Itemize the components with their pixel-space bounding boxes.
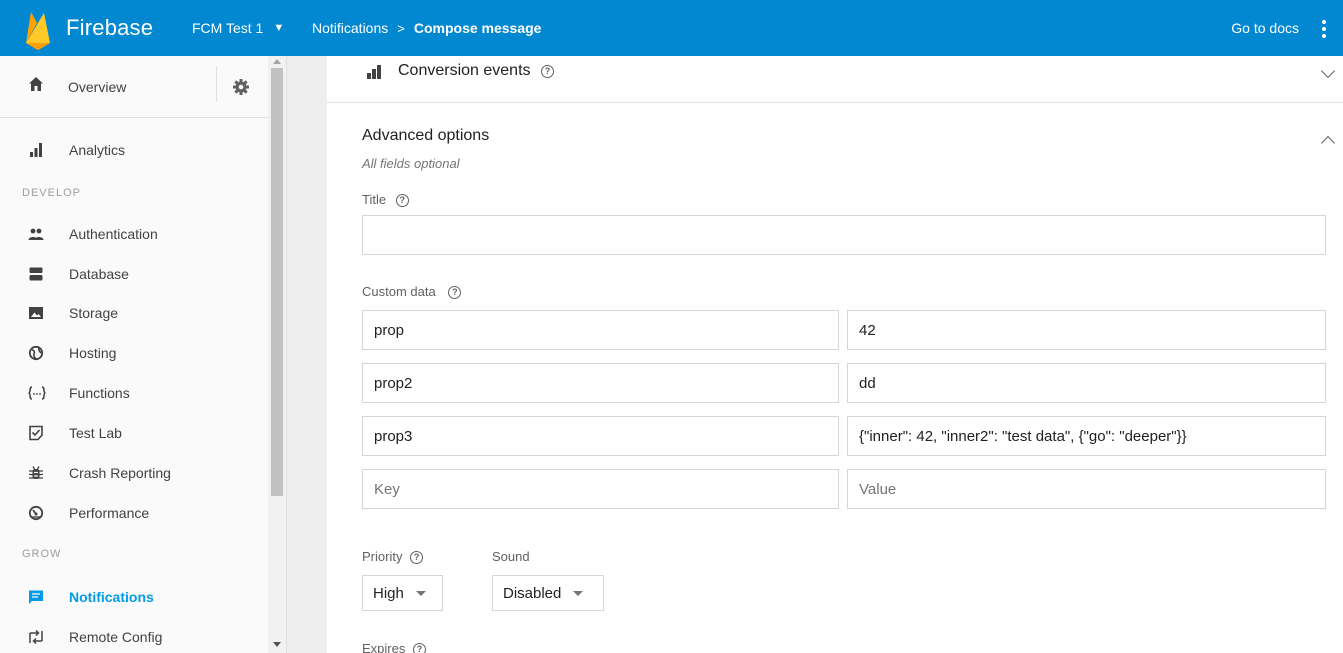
overview-divider [216, 66, 217, 102]
project-caret-icon: ▼ [273, 22, 285, 34]
sidebar-item-performance[interactable]: Performance [0, 494, 268, 532]
chevron-down-icon[interactable] [1320, 63, 1336, 79]
sidebar-item-test-lab[interactable]: Test Lab [0, 414, 268, 452]
sidebar-item-crash-reporting[interactable]: Crash Reporting [0, 454, 268, 492]
custom-data-value-input[interactable] [847, 310, 1326, 350]
priority-label: Priority ? [362, 549, 424, 564]
sidebar-item-label: Hosting [69, 345, 117, 361]
title-input[interactable] [362, 215, 1326, 255]
section-label-develop: DEVELOP [22, 187, 81, 199]
custom-data-key-input[interactable] [362, 363, 839, 403]
globe-icon [28, 345, 44, 361]
more-vert-icon[interactable] [1316, 20, 1332, 38]
sidebar-item-label: Overview [68, 78, 127, 95]
sidebar-item-overview[interactable]: Overview [0, 56, 268, 118]
title-label: Title ? [362, 192, 409, 207]
chevron-up-icon[interactable] [1320, 135, 1336, 151]
message-icon [28, 589, 44, 605]
sidebar-item-label: Database [69, 266, 129, 282]
sound-label: Sound [492, 549, 530, 564]
section-label-grow: GROW [22, 548, 62, 560]
sidebar-item-storage[interactable]: Storage [0, 294, 268, 332]
sidebar-item-analytics[interactable]: Analytics [0, 131, 268, 169]
sidebar-item-label: Performance [69, 505, 150, 521]
breadcrumb-current: Compose message [413, 20, 542, 36]
analytics-bar-icon [28, 142, 44, 158]
settings-gear-icon[interactable] [232, 78, 250, 96]
priority-value: High [373, 584, 404, 602]
custom-data-value-input[interactable] [847, 469, 1326, 509]
sidebar-item-hosting[interactable]: Hosting [0, 334, 268, 372]
checklist-icon [28, 425, 44, 441]
help-icon[interactable]: ? [412, 643, 426, 653]
sidebar-item-notifications[interactable]: Notifications [0, 578, 268, 616]
people-icon [28, 226, 44, 242]
bug-icon [28, 465, 44, 481]
sidebar-scrollbar[interactable] [268, 56, 286, 653]
sidebar-item-label: Notifications [69, 589, 154, 605]
firebase-logo-icon[interactable] [18, 0, 58, 56]
help-icon[interactable]: ? [540, 65, 554, 78]
analytics-bar-icon [365, 64, 383, 80]
project-selector[interactable]: FCM Test 1 ▼ [192, 20, 312, 36]
speedometer-icon [28, 505, 44, 521]
sidebar-item-label: Test Lab [69, 425, 122, 441]
conversion-events-label: Conversion events [398, 62, 531, 79]
compose-panel: Conversion events ? Advanced options All… [327, 56, 1343, 653]
sidebar-item-functions[interactable]: Functions [0, 374, 268, 412]
custom-data-label-text: Custom data [362, 284, 436, 299]
app-brand[interactable]: Firebase [66, 15, 186, 41]
sound-select[interactable]: Disabled [492, 575, 604, 611]
go-to-docs-link[interactable]: Go to docs [1231, 0, 1299, 56]
custom-data-value-input[interactable] [847, 416, 1326, 456]
breadcrumb-notifications[interactable]: Notifications [312, 20, 388, 36]
sidebar-item-database[interactable]: Database [0, 255, 268, 293]
custom-data-label: Custom data ? [362, 284, 462, 299]
sidebar-item-authentication[interactable]: Authentication [0, 215, 268, 253]
advanced-options-subtitle: All fields optional [362, 156, 460, 171]
conversion-events-title: Conversion events ? [398, 62, 554, 80]
home-icon [28, 76, 44, 97]
scrollbar-thumb[interactable] [271, 68, 283, 496]
expires-label: Expires ? [362, 641, 426, 653]
expires-label-text: Expires [362, 641, 406, 653]
sidebar-item-label: Analytics [69, 142, 126, 158]
breadcrumb-chevron-icon: > [397, 20, 405, 36]
breadcrumb: Notifications > Compose message [312, 20, 541, 36]
top-app-bar: Firebase FCM Test 1 ▼ Notifications > Co… [0, 0, 1343, 56]
sidebar-item-label: Authentication [69, 226, 158, 242]
image-icon [28, 305, 44, 321]
sidebar-item-remote-config[interactable]: Remote Config [0, 618, 268, 653]
sound-value: Disabled [503, 584, 562, 602]
sidebar-item-label: Storage [69, 305, 119, 321]
project-name: FCM Test 1 [192, 20, 264, 36]
dropdown-caret-icon [573, 590, 584, 596]
help-icon[interactable]: ? [448, 286, 462, 299]
priority-label-text: Priority [362, 549, 403, 564]
database-icon [28, 266, 44, 282]
remote-config-icon [28, 629, 44, 645]
help-icon[interactable]: ? [395, 194, 409, 207]
priority-select[interactable]: High [362, 575, 443, 611]
scroll-down-arrow-icon[interactable] [273, 642, 281, 647]
sidebar-item-label: Functions [69, 385, 130, 401]
custom-data-key-input[interactable] [362, 416, 839, 456]
sidebar-item-label: Remote Config [69, 629, 163, 645]
braces-icon [28, 385, 46, 401]
help-icon[interactable]: ? [410, 551, 424, 564]
sidebar-item-label: Crash Reporting [69, 465, 171, 481]
title-label-text: Title [362, 192, 387, 207]
dropdown-caret-icon [415, 590, 426, 596]
conversion-events-section[interactable]: Conversion events ? [327, 56, 1343, 103]
advanced-options-title: Advanced options [362, 127, 490, 144]
custom-data-key-input[interactable] [362, 469, 839, 509]
scroll-up-arrow-icon[interactable] [273, 59, 281, 64]
custom-data-key-input[interactable] [362, 310, 839, 350]
sidebar: Overview Analytics DEVELOP Authenticatio… [0, 56, 287, 653]
custom-data-value-input[interactable] [847, 363, 1326, 403]
